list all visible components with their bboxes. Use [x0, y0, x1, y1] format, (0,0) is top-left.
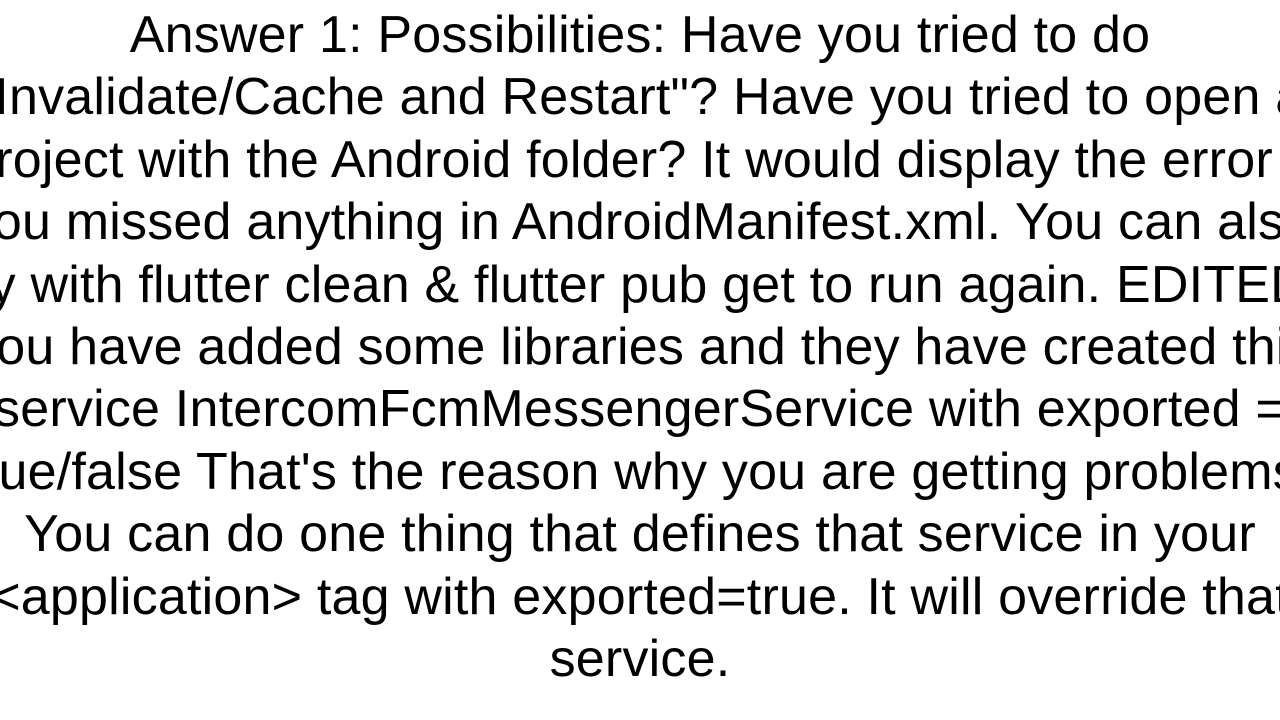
answer-text: Answer 1: Possibilities: Have you tried … — [0, 4, 1280, 690]
